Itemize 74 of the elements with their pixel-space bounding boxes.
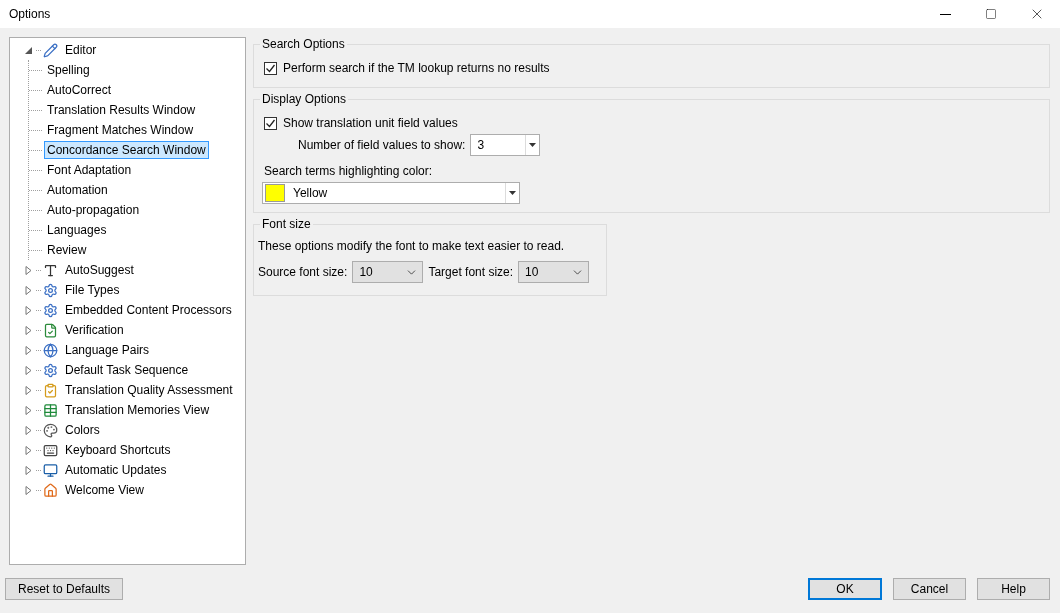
tree-item[interactable]: Default Task Sequence: [62, 361, 192, 379]
tree-item[interactable]: Review: [44, 241, 90, 259]
expander-icon[interactable]: [24, 305, 33, 315]
expander-icon[interactable]: [24, 265, 33, 275]
target-font-select[interactable]: 10: [518, 261, 590, 283]
tree-item[interactable]: Translation Memories View: [62, 401, 213, 419]
field-label: Number of field values to show:: [298, 138, 466, 152]
group-title: Display Options: [261, 92, 348, 106]
ok-button[interactable]: OK: [808, 578, 882, 600]
tree-item[interactable]: AutoCorrect: [44, 81, 115, 99]
tree-item[interactable]: Auto-propagation: [44, 201, 143, 219]
tree-item[interactable]: Languages: [44, 221, 110, 239]
category-icon: [43, 382, 58, 398]
category-icon: [43, 462, 58, 478]
checkbox[interactable]: [264, 116, 277, 130]
expander-icon[interactable]: [24, 485, 33, 495]
tree-item[interactable]: Keyboard Shortcuts: [62, 441, 174, 459]
tree-item[interactable]: Translation Quality Assessment: [62, 381, 236, 399]
expander-icon[interactable]: [24, 425, 33, 435]
tree-item[interactable]: Concordance Search Window: [44, 141, 209, 159]
tree-item[interactable]: Fragment Matches Window: [44, 121, 197, 139]
field-count-combo[interactable]: 3: [470, 134, 541, 156]
category-icon: [43, 402, 58, 418]
checkbox-label: Show translation unit field values: [283, 116, 458, 130]
group-title: Font size: [261, 217, 312, 231]
help-button[interactable]: Help: [977, 578, 1050, 600]
field-label: Source font size:: [258, 265, 348, 279]
category-icon: [43, 362, 58, 378]
description-text: These options modify the font to make text easier to read.: [258, 239, 566, 253]
tree-item[interactable]: Font Adaptation: [44, 161, 135, 179]
color-combo[interactable]: Yellow: [262, 182, 520, 204]
expander-icon[interactable]: [24, 465, 33, 475]
tree-item[interactable]: Automatic Updates: [62, 461, 170, 479]
tree-item[interactable]: Language Pairs: [62, 341, 153, 359]
field-label: Search terms highlighting color:: [264, 164, 433, 178]
category-icon: [43, 322, 58, 338]
caret-icon: [509, 191, 516, 195]
category-icon: [43, 422, 58, 438]
caret-icon: [529, 143, 537, 147]
tree-item[interactable]: Spelling: [44, 61, 93, 79]
cancel-button[interactable]: Cancel: [893, 578, 966, 600]
category-icon: [43, 482, 58, 498]
tree-item[interactable]: File Types: [62, 281, 123, 299]
minimize-icon: [939, 13, 951, 15]
tree-item[interactable]: Colors: [62, 421, 103, 439]
category-icon: [43, 342, 58, 358]
reset-button[interactable]: Reset to Defaults: [5, 578, 123, 600]
expander-icon[interactable]: [24, 45, 33, 55]
source-font-select[interactable]: 10: [352, 261, 424, 283]
tree-item[interactable]: Embedded Content Processors: [62, 301, 235, 319]
tree-item[interactable]: AutoSuggest: [62, 261, 137, 279]
expander-icon[interactable]: [24, 405, 33, 415]
category-icon: [43, 42, 58, 58]
expander-icon[interactable]: [24, 365, 33, 375]
category-icon: [43, 442, 58, 458]
category-icon: [43, 302, 58, 318]
expander-icon[interactable]: [24, 345, 33, 355]
checkbox-label: Perform search if the TM lookup returns no results: [283, 61, 550, 75]
checkbox[interactable]: [264, 61, 277, 75]
expander-icon[interactable]: [24, 445, 33, 455]
category-icon: [43, 282, 58, 298]
window-title: Options: [9, 7, 51, 21]
tree-item[interactable]: Translation Results Window: [44, 101, 199, 119]
expander-icon[interactable]: [24, 325, 33, 335]
tree-item[interactable]: Verification: [62, 321, 127, 339]
category-icon: [43, 262, 58, 278]
expander-icon[interactable]: [24, 385, 33, 395]
tree-item[interactable]: Editor: [62, 41, 100, 59]
tree-item[interactable]: Welcome View: [62, 481, 147, 499]
group-title: Search Options: [261, 37, 346, 51]
tree-item[interactable]: Automation: [44, 181, 111, 199]
field-label: Target font size:: [428, 265, 514, 279]
expander-icon[interactable]: [24, 285, 33, 295]
maximize-icon: [985, 8, 997, 20]
